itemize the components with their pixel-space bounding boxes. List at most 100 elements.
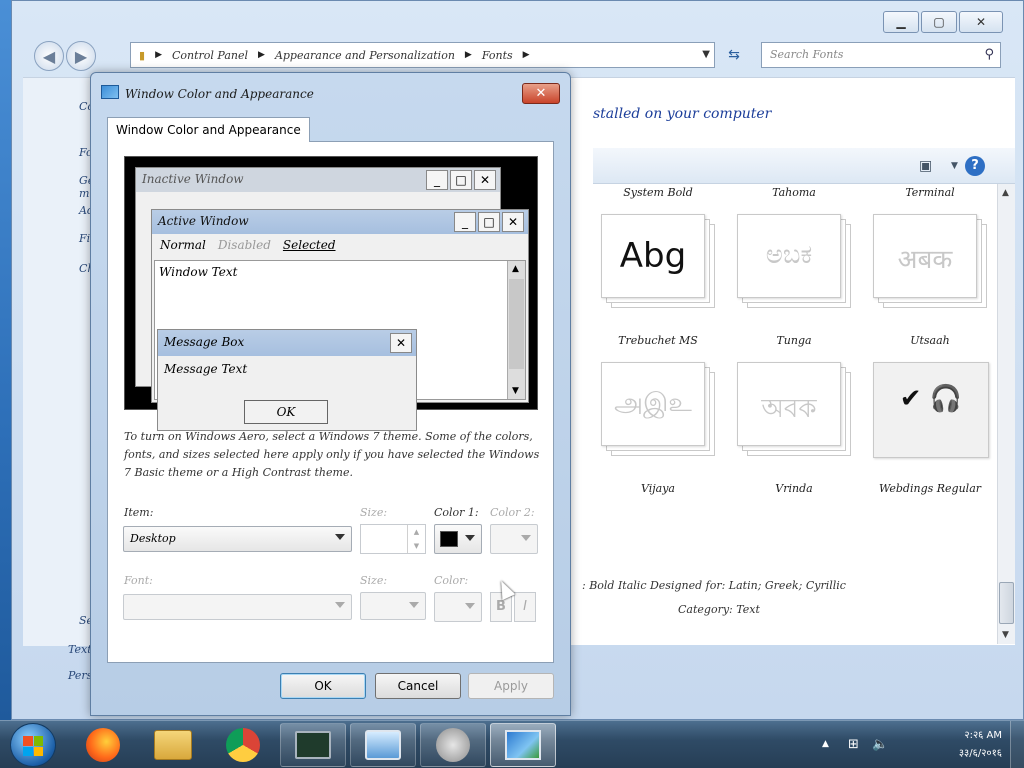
font-preview-glyph: ಅಬಕ: [765, 240, 813, 270]
chevron-down-icon: [465, 535, 475, 541]
font-label[interactable]: Terminal: [865, 186, 995, 199]
tab-window-color[interactable]: Window Color and Appearance: [107, 117, 310, 142]
breadcrumb-appearance[interactable]: Appearance and Personalization: [275, 49, 455, 62]
search-input[interactable]: Search Fonts ⚲: [761, 42, 1001, 68]
color1-picker[interactable]: [434, 524, 482, 554]
color-swatch: [440, 531, 458, 547]
font-label[interactable]: Tahoma: [729, 186, 859, 199]
appearance-icon: [505, 730, 541, 760]
font-label[interactable]: Vrinda: [729, 482, 859, 495]
font-tile[interactable]: অবক: [737, 362, 853, 458]
italic-button[interactable]: I: [514, 592, 536, 622]
item-select[interactable]: Desktop: [123, 526, 352, 552]
font-tile[interactable]: Abg: [601, 214, 717, 310]
apply-button[interactable]: Apply: [468, 673, 554, 699]
search-icon[interactable]: ⚲: [984, 47, 994, 62]
font-label: Font:: [124, 574, 153, 587]
view-icon[interactable]: ▣: [919, 158, 932, 174]
navigation-bar: ◀ ▶ ▮ ▶ Control Panel ▶ Appearance and P…: [34, 41, 1001, 71]
font-label[interactable]: Tunga: [729, 334, 859, 347]
details-category: Category: Text: [678, 603, 760, 616]
view-dropdown-icon[interactable]: ▼: [951, 161, 958, 171]
inactive-window-buttons: _ □ ✕: [426, 170, 496, 190]
font-preview-glyph: অবক: [761, 394, 817, 424]
breadcrumb-chevron-icon: ▶: [258, 50, 265, 60]
font-tile-selected[interactable]: ✔ 🎧: [873, 362, 989, 458]
task-manager-icon: [295, 731, 331, 759]
scroll-thumb[interactable]: [999, 582, 1014, 624]
taskbar-speaker-app[interactable]: [420, 723, 486, 767]
font-preview-glyph: அஇஉ: [614, 388, 692, 418]
font-color-label: Color:: [434, 574, 469, 587]
dialog-title: Window Color and Appearance: [125, 87, 314, 101]
control-panel-icon: [365, 730, 401, 760]
aero-description: To turn on Windows Aero, select a Window…: [124, 430, 540, 479]
breadcrumb-control-panel[interactable]: Control Panel: [172, 49, 248, 62]
forward-icon[interactable]: ▶: [66, 41, 96, 71]
cancel-button[interactable]: Cancel: [375, 673, 461, 699]
item-size-stepper[interactable]: ▲ ▼: [360, 524, 426, 554]
font-label[interactable]: Webdings Regular: [865, 482, 995, 495]
volume-icon[interactable]: 🔈: [872, 737, 888, 752]
taskbar-control-panel[interactable]: [350, 723, 416, 767]
scroll-up-icon[interactable]: ▲: [1002, 188, 1009, 198]
appearance-preview[interactable]: Inactive Window _ □ ✕ Active Window _ □ …: [124, 156, 538, 431]
message-text: Message Text: [164, 362, 248, 376]
font-label[interactable]: Trebuchet MS: [593, 334, 723, 347]
details-line: : Bold Italic Designed for: Latin; Greek…: [582, 579, 846, 592]
font-preview-glyph: अबक: [897, 245, 953, 275]
see-also-link[interactable]: Text: [68, 643, 92, 656]
scroll-down-icon[interactable]: ▼: [1002, 630, 1009, 640]
breadcrumb-fonts[interactable]: Fonts: [482, 49, 513, 62]
refresh-icon[interactable]: ⇆: [721, 43, 747, 67]
show-desktop-button[interactable]: [1010, 721, 1024, 768]
chevron-down-icon: [335, 602, 345, 608]
font-label[interactable]: Utsaah: [865, 334, 995, 347]
maximize-button[interactable]: ▢: [921, 11, 957, 33]
speaker-icon: [436, 728, 470, 762]
ok-button[interactable]: OK: [280, 673, 366, 699]
clock-time: २:२६ AM: [964, 730, 1002, 741]
network-icon[interactable]: ⊞: [848, 737, 859, 752]
address-dropdown-icon[interactable]: ▼: [702, 49, 710, 60]
stepper-up-icon[interactable]: ▲: [407, 525, 425, 539]
minimize-button[interactable]: ▁: [883, 11, 919, 33]
chevron-down-icon: [465, 603, 475, 609]
breadcrumb-chevron-icon: ▶: [464, 50, 472, 60]
taskbar-appearance[interactable]: [490, 723, 556, 767]
stepper-down-icon[interactable]: ▼: [407, 539, 425, 553]
close-icon: ✕: [474, 170, 496, 190]
close-button[interactable]: ✕: [959, 11, 1003, 33]
chrome-icon: [226, 728, 260, 762]
font-tile[interactable]: ಅಬಕ: [737, 214, 853, 310]
tray-expand-icon[interactable]: ▲: [822, 739, 829, 749]
window-color-dialog: Window Color and Appearance ✕ Window Col…: [90, 72, 571, 716]
font-details: : Bold Italic Designed for: Latin; Greek…: [582, 579, 846, 616]
search-placeholder: Search Fonts: [770, 48, 844, 61]
dialog-close-button[interactable]: ✕: [522, 83, 560, 104]
color2-picker[interactable]: [490, 524, 538, 554]
clock[interactable]: २:२६ AM ३३/६/२०१६: [959, 727, 1002, 763]
help-icon[interactable]: ?: [965, 156, 985, 176]
start-button[interactable]: [10, 723, 56, 767]
vertical-scrollbar[interactable]: ▲ ▼: [997, 184, 1015, 644]
preview-message-box: Message Box ✕ Message Text OK: [157, 329, 417, 431]
taskbar-firefox[interactable]: [70, 723, 136, 767]
clock-date: ३३/६/२०१६: [958, 748, 1002, 759]
taskbar-chrome[interactable]: [210, 723, 276, 767]
font-label[interactable]: System Bold: [593, 186, 723, 199]
taskbar-monitor-app[interactable]: [280, 723, 346, 767]
chevron-down-icon: [521, 535, 531, 541]
preview-ok-button: OK: [244, 400, 328, 424]
minimize-icon: _: [426, 170, 448, 190]
font-tile[interactable]: அஇஉ: [601, 362, 717, 458]
address-bar[interactable]: ▮ ▶ Control Panel ▶ Appearance and Perso…: [130, 42, 715, 68]
font-color-picker[interactable]: [434, 592, 482, 622]
taskbar-explorer[interactable]: [140, 723, 206, 767]
back-icon[interactable]: ◀: [34, 41, 64, 71]
tab-panel: Inactive Window _ □ ✕ Active Window _ □ …: [107, 141, 554, 663]
font-select[interactable]: [123, 594, 352, 620]
font-size-select[interactable]: [360, 592, 426, 620]
font-label[interactable]: Vijaya: [593, 482, 723, 495]
font-tile[interactable]: अबक: [873, 214, 989, 310]
